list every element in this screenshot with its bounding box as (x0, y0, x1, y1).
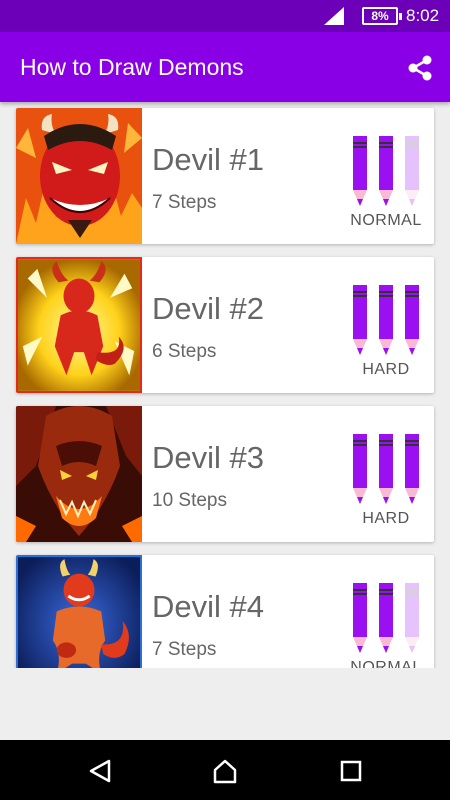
list-item[interactable]: Devil #4 7 Steps NORMAL (16, 555, 434, 668)
status-bar: 8% 8:02 (0, 0, 450, 32)
pencil-icon (379, 583, 393, 653)
item-steps: 7 Steps (152, 192, 217, 213)
home-icon[interactable] (212, 758, 238, 784)
pencil-icon (353, 285, 367, 355)
list-item[interactable]: Devil #1 7 Steps NORMAL (16, 108, 434, 244)
navigation-bar (0, 740, 450, 800)
difficulty-pencils (353, 583, 419, 653)
item-steps: 7 Steps (152, 639, 217, 660)
devil-3-thumbnail (16, 406, 142, 542)
item-title: Devil #3 (152, 440, 264, 475)
devil-2-thumbnail (16, 257, 142, 393)
list-item[interactable]: Devil #2 6 Steps HARD (16, 257, 434, 393)
item-steps: 6 Steps (152, 341, 217, 362)
battery-icon: 8% (362, 7, 402, 25)
pencil-icon (379, 434, 393, 504)
pencil-icon (353, 583, 367, 653)
app-bar: How to Draw Demons (0, 32, 450, 102)
difficulty-label: HARD (362, 510, 410, 527)
signal-icon (324, 7, 344, 25)
difficulty-label: NORMAL (350, 212, 422, 229)
difficulty-label: NORMAL (350, 659, 422, 668)
pencil-icon (405, 285, 419, 355)
page-title: How to Draw Demons (20, 54, 244, 80)
devil-4-thumbnail (16, 555, 142, 668)
difficulty-label: HARD (362, 361, 410, 378)
difficulty-pencils (353, 434, 419, 504)
item-title: Devil #4 (152, 589, 264, 624)
item-title: Devil #1 (152, 142, 264, 177)
recents-icon[interactable] (338, 758, 364, 784)
pencil-icon (353, 434, 367, 504)
difficulty-pencils (353, 285, 419, 355)
battery-level: 8% (371, 9, 389, 23)
tutorial-list[interactable]: Devil #1 7 Steps NORMAL Devil #2 6 Steps… (0, 102, 450, 668)
item-title: Devil #2 (152, 291, 264, 326)
pencil-icon (379, 136, 393, 206)
pencil-icon (405, 434, 419, 504)
pencil-icon (405, 583, 419, 653)
devil-1-thumbnail (16, 108, 142, 244)
share-icon[interactable] (404, 52, 436, 84)
pencil-icon (353, 136, 367, 206)
clock: 8:02 (406, 6, 440, 25)
back-icon[interactable] (87, 758, 113, 784)
list-item[interactable]: Devil #3 10 Steps HARD (16, 406, 434, 542)
pencil-icon (405, 136, 419, 206)
item-steps: 10 Steps (152, 490, 227, 511)
difficulty-pencils (353, 136, 419, 206)
pencil-icon (379, 285, 393, 355)
